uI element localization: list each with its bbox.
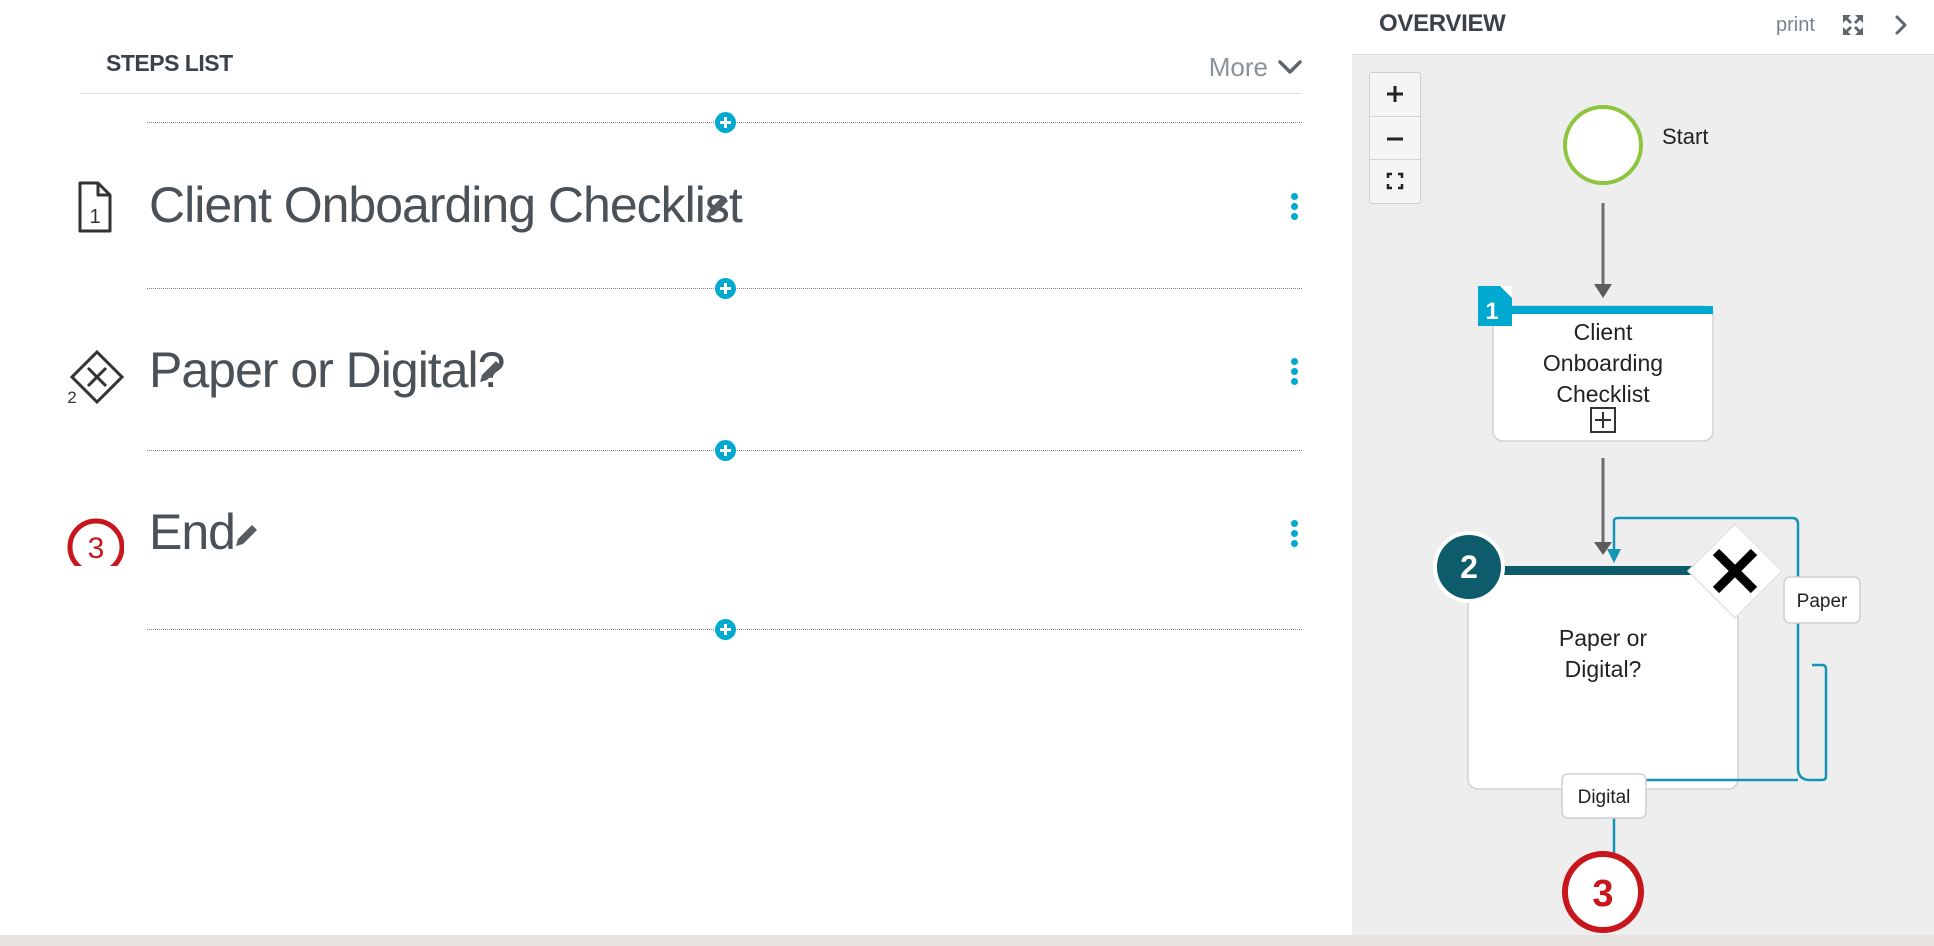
zoom-out-button[interactable] bbox=[1370, 116, 1420, 160]
task-node-1[interactable]: 1 Client Onboarding Checklist bbox=[1478, 286, 1714, 442]
decision-node-2[interactable]: 2 Paper or Digital? bbox=[1433, 522, 1784, 790]
step-number: 2 bbox=[67, 388, 76, 404]
step-row-2[interactable]: 2 Paper or Digital? bbox=[60, 330, 1310, 410]
expand-subprocess-icon[interactable] bbox=[1590, 407, 1616, 433]
step-menu-button[interactable] bbox=[1280, 516, 1310, 550]
pencil-icon[interactable] bbox=[476, 356, 506, 386]
task-label-line-2: Onboarding bbox=[1543, 350, 1663, 376]
start-event[interactable]: Start bbox=[1563, 105, 1708, 185]
flow-arrowhead bbox=[1594, 284, 1612, 298]
end-event[interactable]: 3 bbox=[1562, 851, 1644, 933]
task-label-line-1: Client bbox=[1574, 319, 1633, 345]
svg-text:Paper: Paper bbox=[1797, 591, 1848, 612]
pencil-icon[interactable] bbox=[232, 520, 262, 550]
more-button[interactable]: More bbox=[1209, 50, 1302, 84]
chevron-down-icon bbox=[1278, 60, 1302, 74]
print-link[interactable]: print bbox=[1776, 14, 1815, 37]
overview-title: OVERVIEW bbox=[1379, 10, 1506, 37]
add-step-button[interactable] bbox=[715, 619, 736, 640]
add-step-button[interactable] bbox=[715, 440, 736, 461]
decision-step-icon: 2 bbox=[67, 349, 124, 404]
step-row-1[interactable]: 1 Client Onboarding Checklist bbox=[60, 165, 1310, 245]
add-step-button[interactable] bbox=[715, 112, 736, 133]
decision-label-line-1: Paper or bbox=[1559, 625, 1648, 651]
overview-panel: OVERVIEW print Start 1 Client Onboarding… bbox=[1352, 0, 1934, 935]
end-step-icon: 3 bbox=[67, 518, 124, 566]
steps-list-title: STEPS LIST bbox=[106, 50, 233, 76]
task-number: 1 bbox=[1485, 298, 1498, 325]
decision-label-line-2: Digital? bbox=[1565, 656, 1642, 682]
steps-panel: STEPS LIST More 1 Client Onboarding Chec… bbox=[0, 0, 1352, 935]
document-step-icon: 1 bbox=[78, 181, 112, 233]
minus-icon bbox=[1387, 137, 1403, 141]
step-number: 1 bbox=[89, 206, 100, 228]
flow-arrowhead bbox=[1607, 549, 1621, 563]
more-button-label: More bbox=[1208, 51, 1268, 82]
window-bottom-edge bbox=[0, 935, 1934, 946]
zoom-controls bbox=[1369, 72, 1421, 204]
step-menu-button[interactable] bbox=[1280, 354, 1310, 388]
step-number: 3 bbox=[88, 532, 105, 565]
task-label-line-3: Checklist bbox=[1556, 381, 1650, 407]
plus-icon bbox=[1387, 86, 1403, 102]
chevron-right-icon[interactable] bbox=[1888, 12, 1914, 38]
paper-branch-label[interactable]: Paper bbox=[1783, 576, 1861, 624]
fit-to-screen-icon bbox=[1386, 172, 1404, 190]
digital-branch-label[interactable]: Digital bbox=[1561, 773, 1647, 819]
overview-header: OVERVIEW print bbox=[1352, 0, 1934, 55]
step-row-3[interactable]: 3 End bbox=[60, 492, 1310, 572]
step-menu-button[interactable] bbox=[1280, 189, 1310, 223]
fit-to-screen-button[interactable] bbox=[1370, 159, 1420, 203]
step-title[interactable]: Paper or Digital? bbox=[149, 330, 505, 410]
process-diagram: Start 1 Client Onboarding Checklist 2 Pa… bbox=[1433, 105, 1861, 933]
svg-text:Digital: Digital bbox=[1578, 787, 1631, 808]
zoom-in-button[interactable] bbox=[1370, 73, 1420, 116]
pencil-icon[interactable] bbox=[703, 191, 733, 221]
steps-header: STEPS LIST More bbox=[80, 0, 1302, 94]
expand-icon[interactable] bbox=[1840, 12, 1866, 38]
start-label: Start bbox=[1662, 124, 1708, 149]
step-title[interactable]: End bbox=[149, 492, 236, 572]
add-step-button[interactable] bbox=[715, 278, 736, 299]
step-title[interactable]: Client Onboarding Checklist bbox=[149, 165, 743, 245]
paper-loop-flow bbox=[1796, 654, 1828, 782]
end-number: 3 bbox=[1592, 873, 1613, 915]
decision-number: 2 bbox=[1460, 549, 1478, 585]
